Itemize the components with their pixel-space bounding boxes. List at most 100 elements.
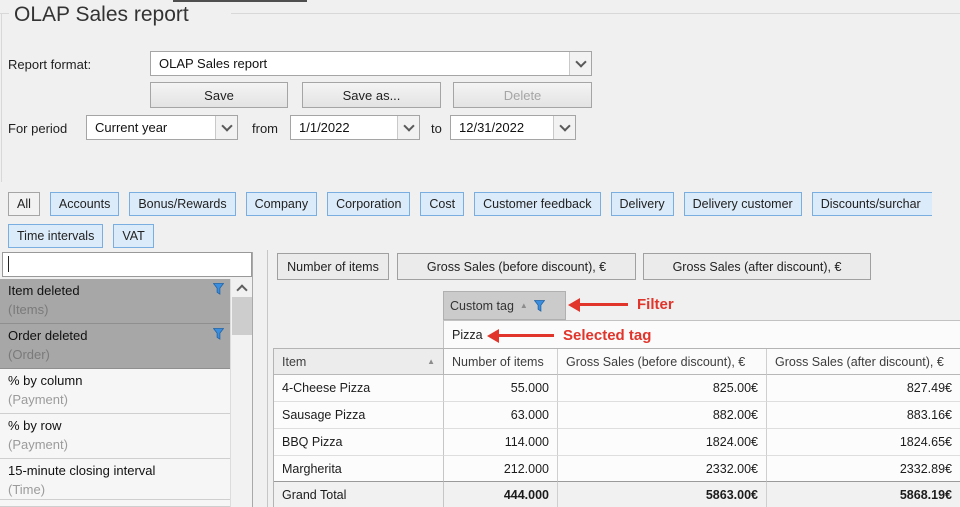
grand-total-cell: 5868.19€ <box>767 482 960 507</box>
dimension-search-input[interactable] <box>2 252 252 277</box>
list-item-percent-by-row[interactable]: % by row (Payment) <box>0 414 230 459</box>
tag-filter-delivery[interactable]: Delivery <box>611 192 674 216</box>
custom-tag-label: Custom tag <box>450 299 514 313</box>
table-cell: 1824.00€ <box>558 429 767 456</box>
list-item-15-minute-closing-interval[interactable]: 15-minute closing interval (Time) <box>0 459 230 500</box>
from-date-value: 1/1/2022 <box>291 120 397 135</box>
pivot-table: Item ▲ Number of items Gross Sales (befo… <box>273 348 960 507</box>
measure-chip-gross-after[interactable]: Gross Sales (after discount), € <box>643 253 871 280</box>
grand-total-cell: 5863.00€ <box>558 482 767 507</box>
tag-filter-row-2: Time intervals VAT <box>8 224 960 248</box>
save-button[interactable]: Save <box>150 82 288 108</box>
chevron-down-icon[interactable] <box>553 116 575 139</box>
filter-funnel-icon[interactable] <box>534 300 545 312</box>
period-select[interactable]: Current year <box>86 115 238 140</box>
from-date-select[interactable]: 1/1/2022 <box>290 115 420 140</box>
tag-filter-row-1: All Accounts Bonus/Rewards Company Corpo… <box>8 192 960 216</box>
table-cell: 63.000 <box>444 402 558 429</box>
groupbox-border <box>1 13 2 182</box>
table-cell: 55.000 <box>444 375 558 402</box>
delete-button[interactable]: Delete <box>453 82 592 108</box>
list-item-order-deleted[interactable]: Order deleted (Order) <box>0 324 230 369</box>
chevron-down-icon[interactable] <box>397 116 419 139</box>
chevron-up-icon <box>236 284 247 295</box>
arrow-line <box>580 303 628 306</box>
table-cell: 882.00€ <box>558 402 767 429</box>
arrow-left-icon <box>487 329 499 343</box>
for-period-label: For period <box>8 121 67 136</box>
list-item-title: % by row <box>8 418 61 433</box>
text-caret <box>8 256 9 272</box>
sort-ascending-icon[interactable]: ▲ <box>520 302 528 310</box>
column-header-gross-before[interactable]: Gross Sales (before discount), € <box>558 349 767 375</box>
tag-filter-time-intervals[interactable]: Time intervals <box>8 224 103 248</box>
table-cell: 114.000 <box>444 429 558 456</box>
list-item-item-deleted[interactable]: Item deleted (Items) <box>0 279 230 324</box>
list-item-subtitle: (Payment) <box>8 392 68 407</box>
table-cell: 825.00€ <box>558 375 767 402</box>
list-scrollbar[interactable] <box>230 279 252 507</box>
tag-filter-customer-feedback[interactable]: Customer feedback <box>474 192 600 216</box>
table-cell: 827.49€ <box>767 375 960 402</box>
list-item-title: Order deleted <box>8 328 88 343</box>
report-format-label: Report format: <box>8 57 91 72</box>
scrollbar-thumb[interactable] <box>232 297 252 335</box>
chevron-down-icon[interactable] <box>569 52 591 75</box>
from-label: from <box>252 121 278 136</box>
grand-total-cell: 444.000 <box>444 482 558 507</box>
tag-filter-all[interactable]: All <box>8 192 40 216</box>
to-date-select[interactable]: 12/31/2022 <box>450 115 576 140</box>
table-row-item: 4-Cheese Pizza <box>274 375 444 402</box>
custom-tag-column-header[interactable]: Custom tag ▲ <box>443 291 566 320</box>
measure-chip-gross-before[interactable]: Gross Sales (before discount), € <box>397 253 636 280</box>
tag-filter-corporation[interactable]: Corporation <box>327 192 410 216</box>
selected-tag-value: Pizza <box>452 328 483 342</box>
selected-tag-annotation: Selected tag <box>487 327 651 344</box>
scroll-up-button[interactable] <box>231 279 253 297</box>
panel-divider <box>267 250 268 507</box>
list-item-title: 15-minute closing interval <box>8 463 155 478</box>
table-cell: 2332.00€ <box>558 456 767 482</box>
tag-filter-bonus-rewards[interactable]: Bonus/Rewards <box>129 192 235 216</box>
arrow-left-icon <box>568 298 580 312</box>
table-row-item: Margherita <box>274 456 444 482</box>
table-row-item: BBQ Pizza <box>274 429 444 456</box>
list-item-subtitle: (Order) <box>8 347 50 362</box>
tag-filter-vat[interactable]: VAT <box>113 224 153 248</box>
chevron-down-icon[interactable] <box>215 116 237 139</box>
to-date-value: 12/31/2022 <box>451 120 553 135</box>
item-header-label: Item <box>282 355 306 369</box>
tag-filter-discounts-surcharges[interactable]: Discounts/surchar <box>812 192 932 216</box>
filter-funnel-icon[interactable] <box>213 282 224 300</box>
to-label: to <box>431 121 442 136</box>
filter-funnel-icon[interactable] <box>213 327 224 345</box>
list-item-title: Item deleted <box>8 283 80 298</box>
tag-filter-cost[interactable]: Cost <box>420 192 464 216</box>
list-item-partial[interactable] <box>0 500 230 507</box>
page-title: OLAP Sales report <box>14 3 189 27</box>
column-header-number-of-items[interactable]: Number of items <box>444 349 558 375</box>
window-edge-artifact <box>173 0 307 2</box>
period-value: Current year <box>87 120 215 135</box>
groupbox-border <box>231 13 960 14</box>
list-item-subtitle: (Items) <box>8 302 48 317</box>
report-format-select[interactable]: OLAP Sales report <box>150 51 592 76</box>
list-panel-border <box>252 252 253 507</box>
column-header-gross-after[interactable]: Gross Sales (after discount), € <box>767 349 960 375</box>
tag-filter-accounts[interactable]: Accounts <box>50 192 119 216</box>
list-item-subtitle: (Time) <box>8 482 45 497</box>
sort-ascending-icon[interactable]: ▲ <box>427 358 435 366</box>
tag-filter-company[interactable]: Company <box>246 192 318 216</box>
tag-filter-delivery-customer[interactable]: Delivery customer <box>684 192 802 216</box>
selected-tag-annotation-label: Selected tag <box>563 327 651 344</box>
measure-chip-number-of-items[interactable]: Number of items <box>277 253 389 280</box>
table-cell: 2332.89€ <box>767 456 960 482</box>
save-as-button[interactable]: Save as... <box>302 82 441 108</box>
item-column-header[interactable]: Item ▲ <box>274 349 444 375</box>
table-cell: 212.000 <box>444 456 558 482</box>
list-item-percent-by-column[interactable]: % by column (Payment) <box>0 369 230 414</box>
grand-total-label: Grand Total <box>274 482 444 507</box>
olap-sales-report-page: OLAP Sales report Report format: OLAP Sa… <box>0 0 960 507</box>
list-item-subtitle: (Payment) <box>8 437 68 452</box>
table-row-item: Sausage Pizza <box>274 402 444 429</box>
